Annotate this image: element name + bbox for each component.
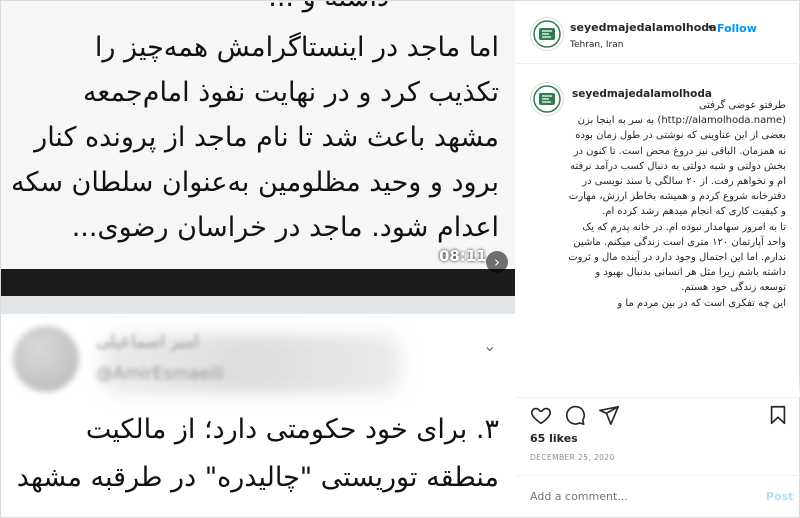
bookmark-icon[interactable]	[767, 404, 789, 426]
instagram-post-window: داسته و ... اما ماجد در اینستاگرامش همه‌…	[0, 0, 800, 518]
news-line: اما ماجد در اینستاگرامش همه‌چیز را	[94, 32, 499, 63]
caption-text: طرفتو عوضی گرفتی (http://alamolhoda.name…	[568, 100, 786, 309]
tweet-avatar	[13, 326, 79, 392]
follow-button[interactable]: Follow	[717, 22, 757, 35]
chevron-down-icon: ⌄	[483, 336, 497, 355]
alamolhoda-logo-icon	[533, 20, 561, 48]
share-icon[interactable]	[598, 404, 620, 426]
post-media[interactable]: داسته و ... اما ماجد در اینستاگرامش همه‌…	[1, 1, 515, 517]
post-date[interactable]: DECEMBER 25, 2020	[530, 453, 615, 462]
alamolhoda-logo-icon	[533, 85, 561, 113]
video-bar	[1, 269, 515, 296]
tweet-line: ۳. برای خود حکومتی دارد؛ از مالکیت	[85, 414, 499, 445]
post-location[interactable]: Tehran, Iran	[570, 40, 623, 50]
tweet-card: امیر اسماعیلی @AmirEsmaeili ⌄ ۳. برای خو…	[1, 314, 515, 517]
divider	[1, 296, 515, 314]
comment-input[interactable]	[530, 490, 750, 503]
news-line: مشهد باعث شد تا نام ماجد از پرونده کنار	[34, 122, 499, 153]
heart-icon[interactable]	[530, 404, 552, 426]
comment-bar: Post	[516, 475, 800, 518]
post-header: seyedmajedalamolhoda • Follow Tehran, Ir…	[516, 1, 800, 64]
caption-fade	[516, 380, 800, 397]
caption-area: seyedmajedalamolhoda طرفتو عوضی گرفتی (h…	[516, 64, 800, 397]
tweet-text: ۳. برای خود حکومتی دارد؛ از مالکیت منطقه…	[9, 406, 499, 502]
tweet-author-handle: @AmirEsmaeili	[96, 364, 225, 384]
news-line: داسته و ...	[268, 1, 389, 20]
action-bar	[516, 397, 800, 428]
post-side-panel: seyedmajedalamolhoda • Follow Tehran, Ir…	[516, 1, 800, 517]
post-comment-button[interactable]: Post	[766, 490, 793, 503]
news-line: تکذیب کرد و در نهایت نفوذ امام‌جمعه	[82, 77, 499, 108]
tweet-author-name: امیر اسماعیلی	[96, 332, 199, 352]
separator-dot: •	[707, 21, 714, 34]
tweet-line: منطقه توریستی "چالیدره" در طرقبه مشهد	[16, 462, 499, 493]
news-line: اعدام شود. ماجد در خراسان رضوی...	[71, 212, 499, 243]
news-text: داسته و ... اما ماجد در اینستاگرامش همه‌…	[9, 1, 499, 250]
caption-avatar[interactable]	[530, 82, 564, 116]
likes-count[interactable]: 65 likes	[530, 432, 578, 445]
comment-icon[interactable]	[564, 404, 586, 426]
chevron-right-icon[interactable]: ›	[486, 251, 508, 273]
video-timer: 08:11	[439, 247, 487, 265]
post-username[interactable]: seyedmajedalamolhoda	[570, 21, 717, 34]
news-screenshot-card: داسته و ... اما ماجد در اینستاگرامش همه‌…	[1, 1, 515, 296]
avatar[interactable]	[530, 17, 564, 51]
news-line: برود و وحید مظلومین به‌عنوان سلطان سکه	[10, 167, 499, 198]
